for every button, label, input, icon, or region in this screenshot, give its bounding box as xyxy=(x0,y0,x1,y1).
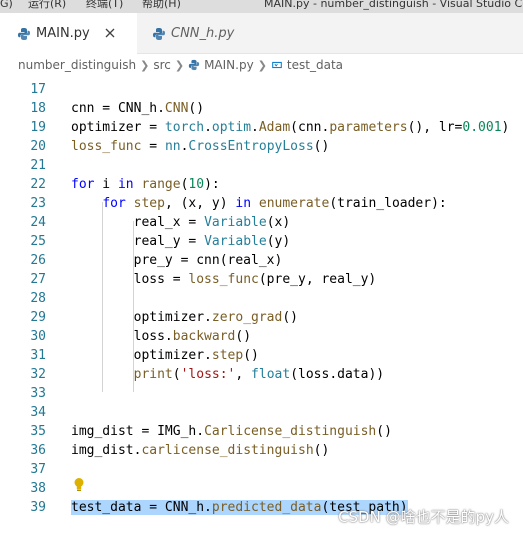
line-number: 31 xyxy=(30,348,46,363)
tab-label: MAIN.py xyxy=(36,26,90,41)
menu-item-help[interactable]: 帮助(H) xyxy=(142,0,181,11)
code-line[interactable]: 26 pre_y = cnn(real_x) xyxy=(0,251,523,270)
code-line[interactable]: 19 optimizer = torch.optim.Adam(cnn.param… xyxy=(0,118,523,137)
code-line[interactable]: 22 for i in range(10): xyxy=(0,175,523,194)
line-number: 36 xyxy=(30,443,46,458)
menu-item-run[interactable]: 运行(R) xyxy=(28,0,66,11)
line-number: 20 xyxy=(30,139,46,154)
code-text[interactable]: optimizer.zero_grad() xyxy=(71,308,298,327)
menu-item-partial[interactable]: G) xyxy=(0,0,13,11)
python-icon xyxy=(188,59,200,71)
breadcrumb-src[interactable]: src xyxy=(153,58,171,72)
line-number: 26 xyxy=(30,253,46,268)
chevron-right-icon: ❯ xyxy=(257,58,267,72)
code-line[interactable]: 34 xyxy=(0,403,523,422)
code-text[interactable]: for step, (x, y) in enumerate(train_load… xyxy=(71,194,446,213)
code-text[interactable]: real_x = Variable(x) xyxy=(71,213,291,232)
code-line[interactable]: 17 xyxy=(0,80,523,99)
code-line[interactable]: 25 real_y = Variable(y) xyxy=(0,232,523,251)
code-text[interactable]: optimizer = torch.optim.Adam(cnn.paramet… xyxy=(71,118,509,137)
code-text[interactable]: real_y = Variable(y) xyxy=(71,232,291,251)
code-line[interactable]: 35 img_dist = IMG_h.Carlicense_distinguis… xyxy=(0,422,523,441)
code-line[interactable]: 21 xyxy=(0,156,523,175)
line-number: 29 xyxy=(30,310,46,325)
line-number: 19 xyxy=(30,120,46,135)
code-text[interactable]: optimizer.step() xyxy=(71,346,259,365)
code-text[interactable]: loss = loss_func(pre_y, real_y) xyxy=(71,270,377,289)
tab-cnn-h-py[interactable]: CNN_h.py xyxy=(137,13,247,54)
code-text[interactable]: loss_func = nn.CrossEntropyLoss() xyxy=(71,137,329,156)
variable-icon xyxy=(272,61,282,69)
line-number: 28 xyxy=(30,291,46,306)
line-number: 24 xyxy=(30,215,46,230)
code-line[interactable]: 30 loss.backward() xyxy=(0,327,523,346)
line-number: 38 xyxy=(30,481,46,496)
code-text[interactable]: for i in range(10): xyxy=(71,175,220,194)
code-line[interactable]: 20 loss_func = nn.CrossEntropyLoss() xyxy=(0,137,523,156)
line-number: 34 xyxy=(30,405,46,420)
chevron-right-icon: ❯ xyxy=(140,58,150,72)
python-icon xyxy=(153,27,165,40)
code-line[interactable]: 27 loss = loss_func(pre_y, real_y) xyxy=(0,270,523,289)
menu-item-terminal[interactable]: 终端(T) xyxy=(86,0,123,11)
code-line[interactable]: 29 optimizer.zero_grad() xyxy=(0,308,523,327)
breadcrumb-file[interactable]: MAIN.py xyxy=(204,58,254,72)
line-number: 30 xyxy=(30,329,46,344)
code-text[interactable]: cnn = CNN_h.CNN() xyxy=(71,99,204,118)
chevron-right-icon: ❯ xyxy=(174,58,185,72)
code-line[interactable]: 32 print('loss:', float(loss.data)) xyxy=(0,365,523,384)
breadcrumb: number_distinguish ❯ src ❯ MAIN.py ❯ tes… xyxy=(0,54,523,76)
line-number: 27 xyxy=(30,272,46,287)
editor-tab-bar: MAIN.py CNN_h.py xyxy=(0,13,523,54)
code-line[interactable]: 33 xyxy=(0,384,523,403)
code-line[interactable]: 28 xyxy=(0,289,523,308)
line-number: 21 xyxy=(30,158,46,173)
watermark: CSDN @啥也不是的py人 xyxy=(338,508,509,526)
code-editor[interactable]: 17 18 cnn = CNN_h.CNN() 19 optimizer = torch… xyxy=(0,76,523,536)
code-line[interactable]: 31 optimizer.step() xyxy=(0,346,523,365)
code-line[interactable]: 23 for step, (x, y) in enumerate(train_l… xyxy=(0,194,523,213)
code-text[interactable]: print('loss:', float(loss.data)) xyxy=(71,365,384,384)
code-line[interactable]: 36 img_dist.carlicense_distinguish() xyxy=(0,441,523,460)
tab-main-py[interactable]: MAIN.py xyxy=(0,13,137,54)
python-icon xyxy=(18,27,30,40)
title-bar: G) 运行(R) 终端(T) 帮助(H) MAIN.py - number_di… xyxy=(0,0,523,13)
breadcrumb-folder[interactable]: number_distinguish xyxy=(18,58,136,72)
window-title: MAIN.py - number_distinguish - Visual St… xyxy=(264,0,523,10)
line-number: 35 xyxy=(30,424,46,439)
code-text[interactable]: loss.backward() xyxy=(71,327,251,346)
code-text[interactable]: pre_y = cnn(real_x) xyxy=(71,251,283,270)
code-text[interactable]: img_dist = IMG_h.Carlicense_distinguish(… xyxy=(71,422,392,441)
line-number: 18 xyxy=(30,101,46,116)
line-number: 39 xyxy=(30,500,46,515)
code-line[interactable]: 18 cnn = CNN_h.CNN() xyxy=(0,99,523,118)
line-number: 22 xyxy=(30,177,46,192)
line-number: 37 xyxy=(30,462,46,477)
close-icon[interactable] xyxy=(103,26,117,40)
lightbulb-icon[interactable] xyxy=(73,477,85,493)
line-number: 33 xyxy=(30,386,46,401)
line-number: 25 xyxy=(30,234,46,249)
breadcrumb-symbol[interactable]: test_data xyxy=(287,58,343,72)
line-number: 17 xyxy=(30,82,46,97)
tab-label: CNN_h.py xyxy=(171,26,235,41)
line-number: 32 xyxy=(30,367,46,382)
line-number: 23 xyxy=(30,196,46,211)
code-text[interactable]: img_dist.carlicense_distinguish() xyxy=(71,441,329,460)
code-line[interactable]: 24 real_x = Variable(x) xyxy=(0,213,523,232)
